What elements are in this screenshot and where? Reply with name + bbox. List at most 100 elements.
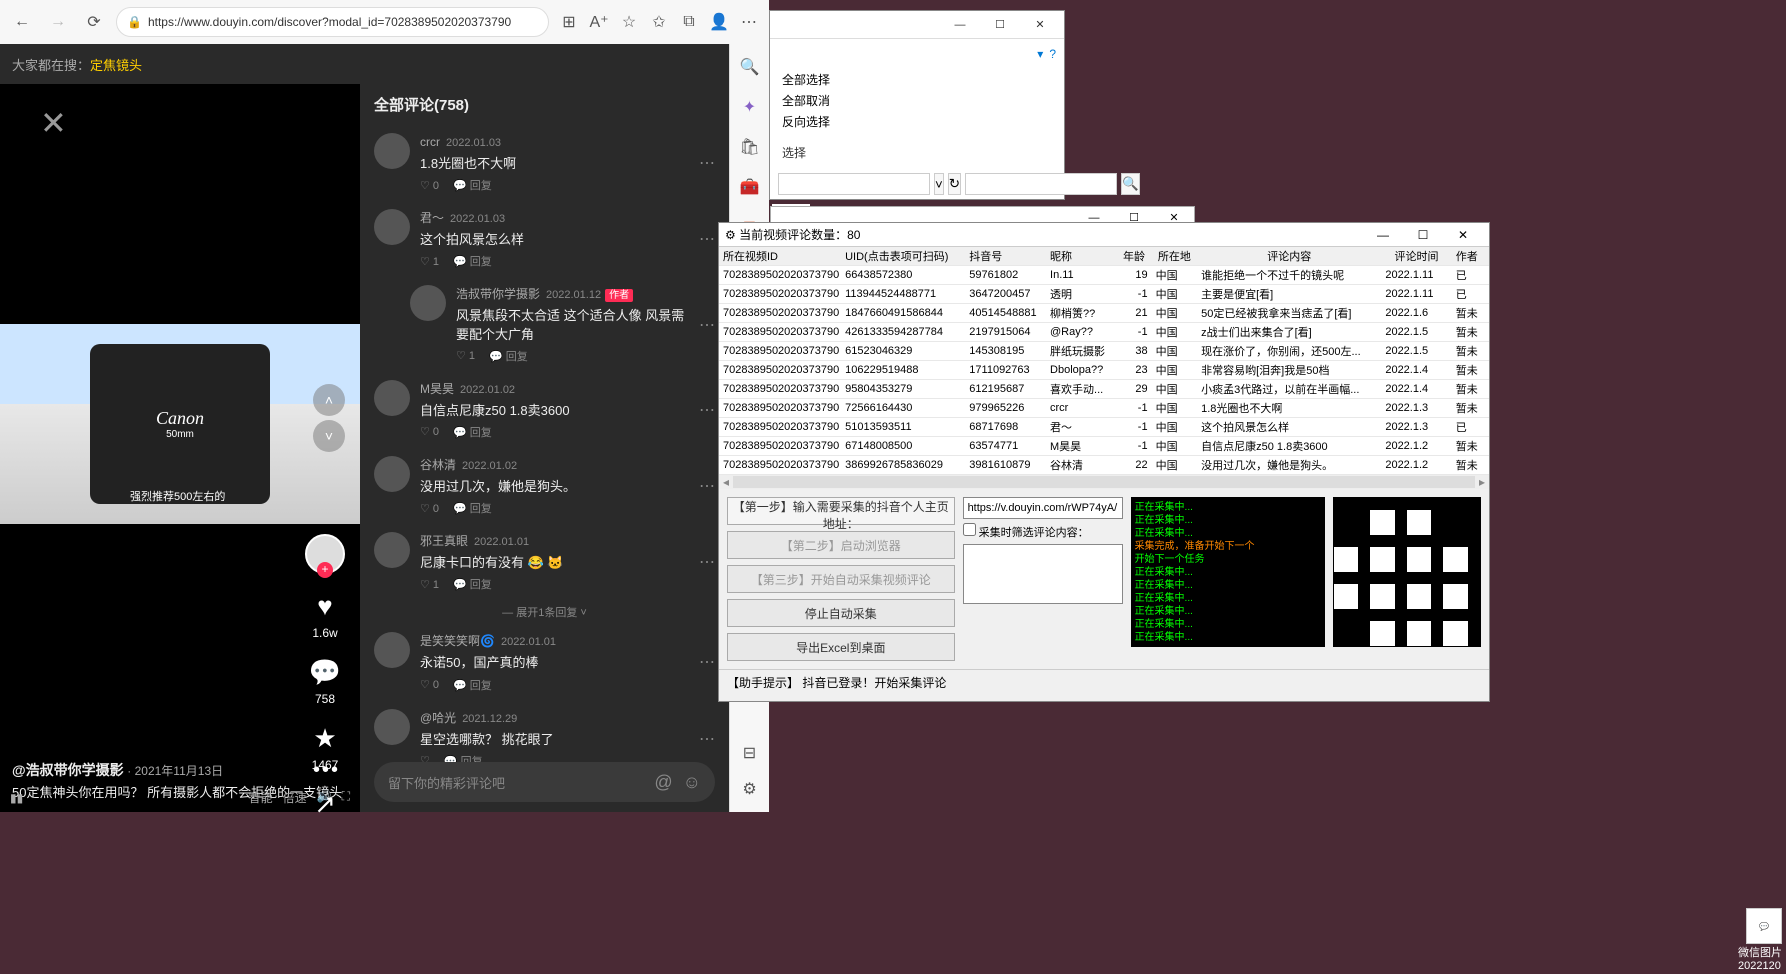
refresh-path-button[interactable]: ↻ [948, 173, 961, 195]
refresh-button[interactable]: ⟳ [80, 8, 108, 36]
reply-button[interactable]: 💬 回复 [453, 677, 492, 693]
table-row[interactable]: 7028389502020373790992095277321012021305… [719, 475, 1489, 476]
at-icon[interactable]: @ [654, 772, 672, 793]
comment-more-icon[interactable]: ⋯ [699, 476, 715, 496]
table-header-cell[interactable]: 评论时间 [1381, 247, 1451, 266]
like-button[interactable]: ♡ 1 [420, 255, 439, 268]
volume-icon[interactable]: 🔊 [317, 789, 332, 806]
video-player[interactable]: ✕ Canon 50mm 强烈推荐500左右的 ˄ ˅ + ♥ 1.6w 💬 7… [0, 84, 360, 812]
favorites-bar-icon[interactable]: ✩ [647, 10, 671, 34]
comment-author[interactable]: 君～ [420, 211, 444, 225]
scraper-maximize-button[interactable]: ☐ [1403, 228, 1443, 242]
reply-button[interactable]: 💬 回复 [489, 348, 528, 364]
read-aloud-icon[interactable]: A⁺ [587, 10, 611, 34]
explorer-titlebar[interactable]: — ☐ ✕ [770, 11, 1064, 39]
comment-avatar[interactable] [374, 532, 410, 568]
table-row[interactable]: 702838950202037379095804353279612195687喜… [719, 380, 1489, 399]
shopping-icon[interactable]: 🛍 [739, 136, 761, 158]
table-header-cell[interactable]: 作者 [1452, 247, 1489, 266]
expand-replies-button[interactable]: — 展开1条回复 ˅ [374, 600, 715, 624]
comment-author[interactable]: crcr [420, 135, 440, 149]
wechat-image-thumb[interactable]: 💬 [1746, 908, 1782, 944]
quality-label[interactable]: 智能 [249, 789, 273, 806]
back-button[interactable]: ← [8, 8, 36, 36]
comment-more-icon[interactable]: ⋯ [699, 652, 715, 672]
search-input[interactable] [965, 173, 1117, 195]
favorite-icon[interactable]: ☆ [617, 10, 641, 34]
speed-label[interactable]: 倍速 [283, 789, 307, 806]
table-row[interactable]: 7028389502020373790386992678583602939816… [719, 456, 1489, 475]
comment-author[interactable]: M昊昊 [420, 382, 454, 396]
select-all-item[interactable]: 全部选择 [782, 69, 1052, 90]
comment-more-icon[interactable]: ⋯ [699, 552, 715, 572]
table-header-cell[interactable]: 昵称 [1046, 247, 1116, 266]
filter-textarea[interactable] [963, 544, 1123, 604]
like-button[interactable]: ♡ 0 [420, 678, 439, 691]
scraper-minimize-button[interactable]: — [1363, 228, 1403, 242]
profile-icon[interactable]: 👤 [707, 10, 731, 34]
table-row[interactable]: 7028389502020373790426133359428778421979… [719, 323, 1489, 342]
url-input[interactable] [963, 497, 1123, 519]
comment-author[interactable]: @哈光 [420, 711, 456, 725]
like-button[interactable]: ♡ 1 [456, 349, 475, 362]
emoji-icon[interactable]: ☺ [683, 772, 701, 793]
comment-more-icon[interactable]: ⋯ [699, 229, 715, 249]
table-row[interactable]: 70283895020203737906714800850063574771M昊… [719, 437, 1489, 456]
close-button[interactable]: ✕ [1020, 12, 1060, 38]
select-invert-item[interactable]: 反向选择 [782, 111, 1052, 132]
like-action[interactable]: ♥ 1.6w [307, 588, 343, 640]
scraper-table[interactable]: 所在视频IDUID(点击表项可扫码)抖音号昵称年龄所在地评论内容评论时间作者 7… [719, 247, 1489, 475]
sidebar-toggle-icon[interactable]: ⊟ [739, 742, 761, 764]
table-row[interactable]: 70283895020203737905101359351168717698君～… [719, 418, 1489, 437]
dropdown-icon[interactable]: ▾ [1037, 47, 1043, 61]
minimize-button[interactable]: — [940, 12, 980, 38]
comment-avatar[interactable] [374, 632, 410, 668]
discover-icon[interactable]: ✦ [739, 96, 761, 118]
export-button[interactable]: 导出Excel到桌面 [727, 633, 955, 661]
scraper-close-button[interactable]: ✕ [1443, 228, 1483, 242]
comment-avatar[interactable] [374, 456, 410, 492]
tab-actions-icon[interactable]: ⊞ [557, 10, 581, 34]
play-icon[interactable]: ▮▮ [10, 791, 23, 805]
video-author[interactable]: @浩叔带你学摄影 [12, 762, 124, 778]
like-button[interactable]: ♡ 0 [420, 179, 439, 192]
comment-avatar[interactable] [374, 133, 410, 169]
maximize-button[interactable]: ☐ [980, 12, 1020, 38]
comment-action[interactable]: 💬 758 [307, 654, 343, 706]
comment-more-icon[interactable]: ⋯ [699, 400, 715, 420]
prev-video-button[interactable]: ˄ [313, 384, 345, 416]
close-video-icon[interactable]: ✕ [40, 104, 67, 142]
table-row[interactable]: 70283895020203737906643857238059761802In… [719, 266, 1489, 285]
table-header-cell[interactable]: UID(点击表项可扫码) [841, 247, 965, 266]
comment-input[interactable]: 留下你的精彩评论吧 @ ☺ [374, 762, 715, 802]
video-menu-icon[interactable]: ••• [313, 759, 340, 782]
next-video-button[interactable]: ˅ [313, 420, 345, 452]
step2-button[interactable]: 【第二步】启动浏览器 [727, 531, 955, 559]
comment-author[interactable]: 邪王真眼 [420, 534, 468, 548]
like-button[interactable]: ♡ 0 [420, 425, 439, 438]
like-button[interactable]: ♡ 1 [420, 578, 439, 591]
search-tag[interactable]: 定焦镜头 [90, 55, 142, 74]
reply-button[interactable]: 💬 回复 [453, 500, 492, 516]
comment-author[interactable]: 是笑笑笑啊🌀 [420, 634, 495, 648]
more-icon[interactable]: ⋯ [737, 10, 761, 34]
comment-avatar[interactable] [410, 285, 446, 321]
author-avatar[interactable]: + [305, 534, 345, 574]
filter-checkbox[interactable] [963, 523, 976, 536]
comment-author[interactable]: 浩叔带你学摄影 [456, 287, 540, 301]
reply-button[interactable]: 💬 回复 [453, 576, 492, 592]
help-icon[interactable]: ? [1049, 47, 1056, 61]
comment-more-icon[interactable]: ⋯ [699, 729, 715, 749]
comment-avatar[interactable] [374, 709, 410, 745]
table-header-cell[interactable]: 抖音号 [965, 247, 1046, 266]
comment-avatar[interactable] [374, 380, 410, 416]
tools-icon[interactable]: 🧰 [739, 176, 761, 198]
reply-button[interactable]: 💬 回复 [453, 253, 492, 269]
like-button[interactable]: ♡ 0 [420, 502, 439, 515]
table-header-cell[interactable]: 年龄 [1116, 247, 1151, 266]
reply-button[interactable]: 💬 回复 [453, 177, 492, 193]
table-row[interactable]: 7028389502020373790106229519488171109276… [719, 361, 1489, 380]
select-none-item[interactable]: 全部取消 [782, 90, 1052, 111]
table-row[interactable]: 7028389502020373790184766049158684440514… [719, 304, 1489, 323]
comment-author[interactable]: 谷林清 [420, 458, 456, 472]
